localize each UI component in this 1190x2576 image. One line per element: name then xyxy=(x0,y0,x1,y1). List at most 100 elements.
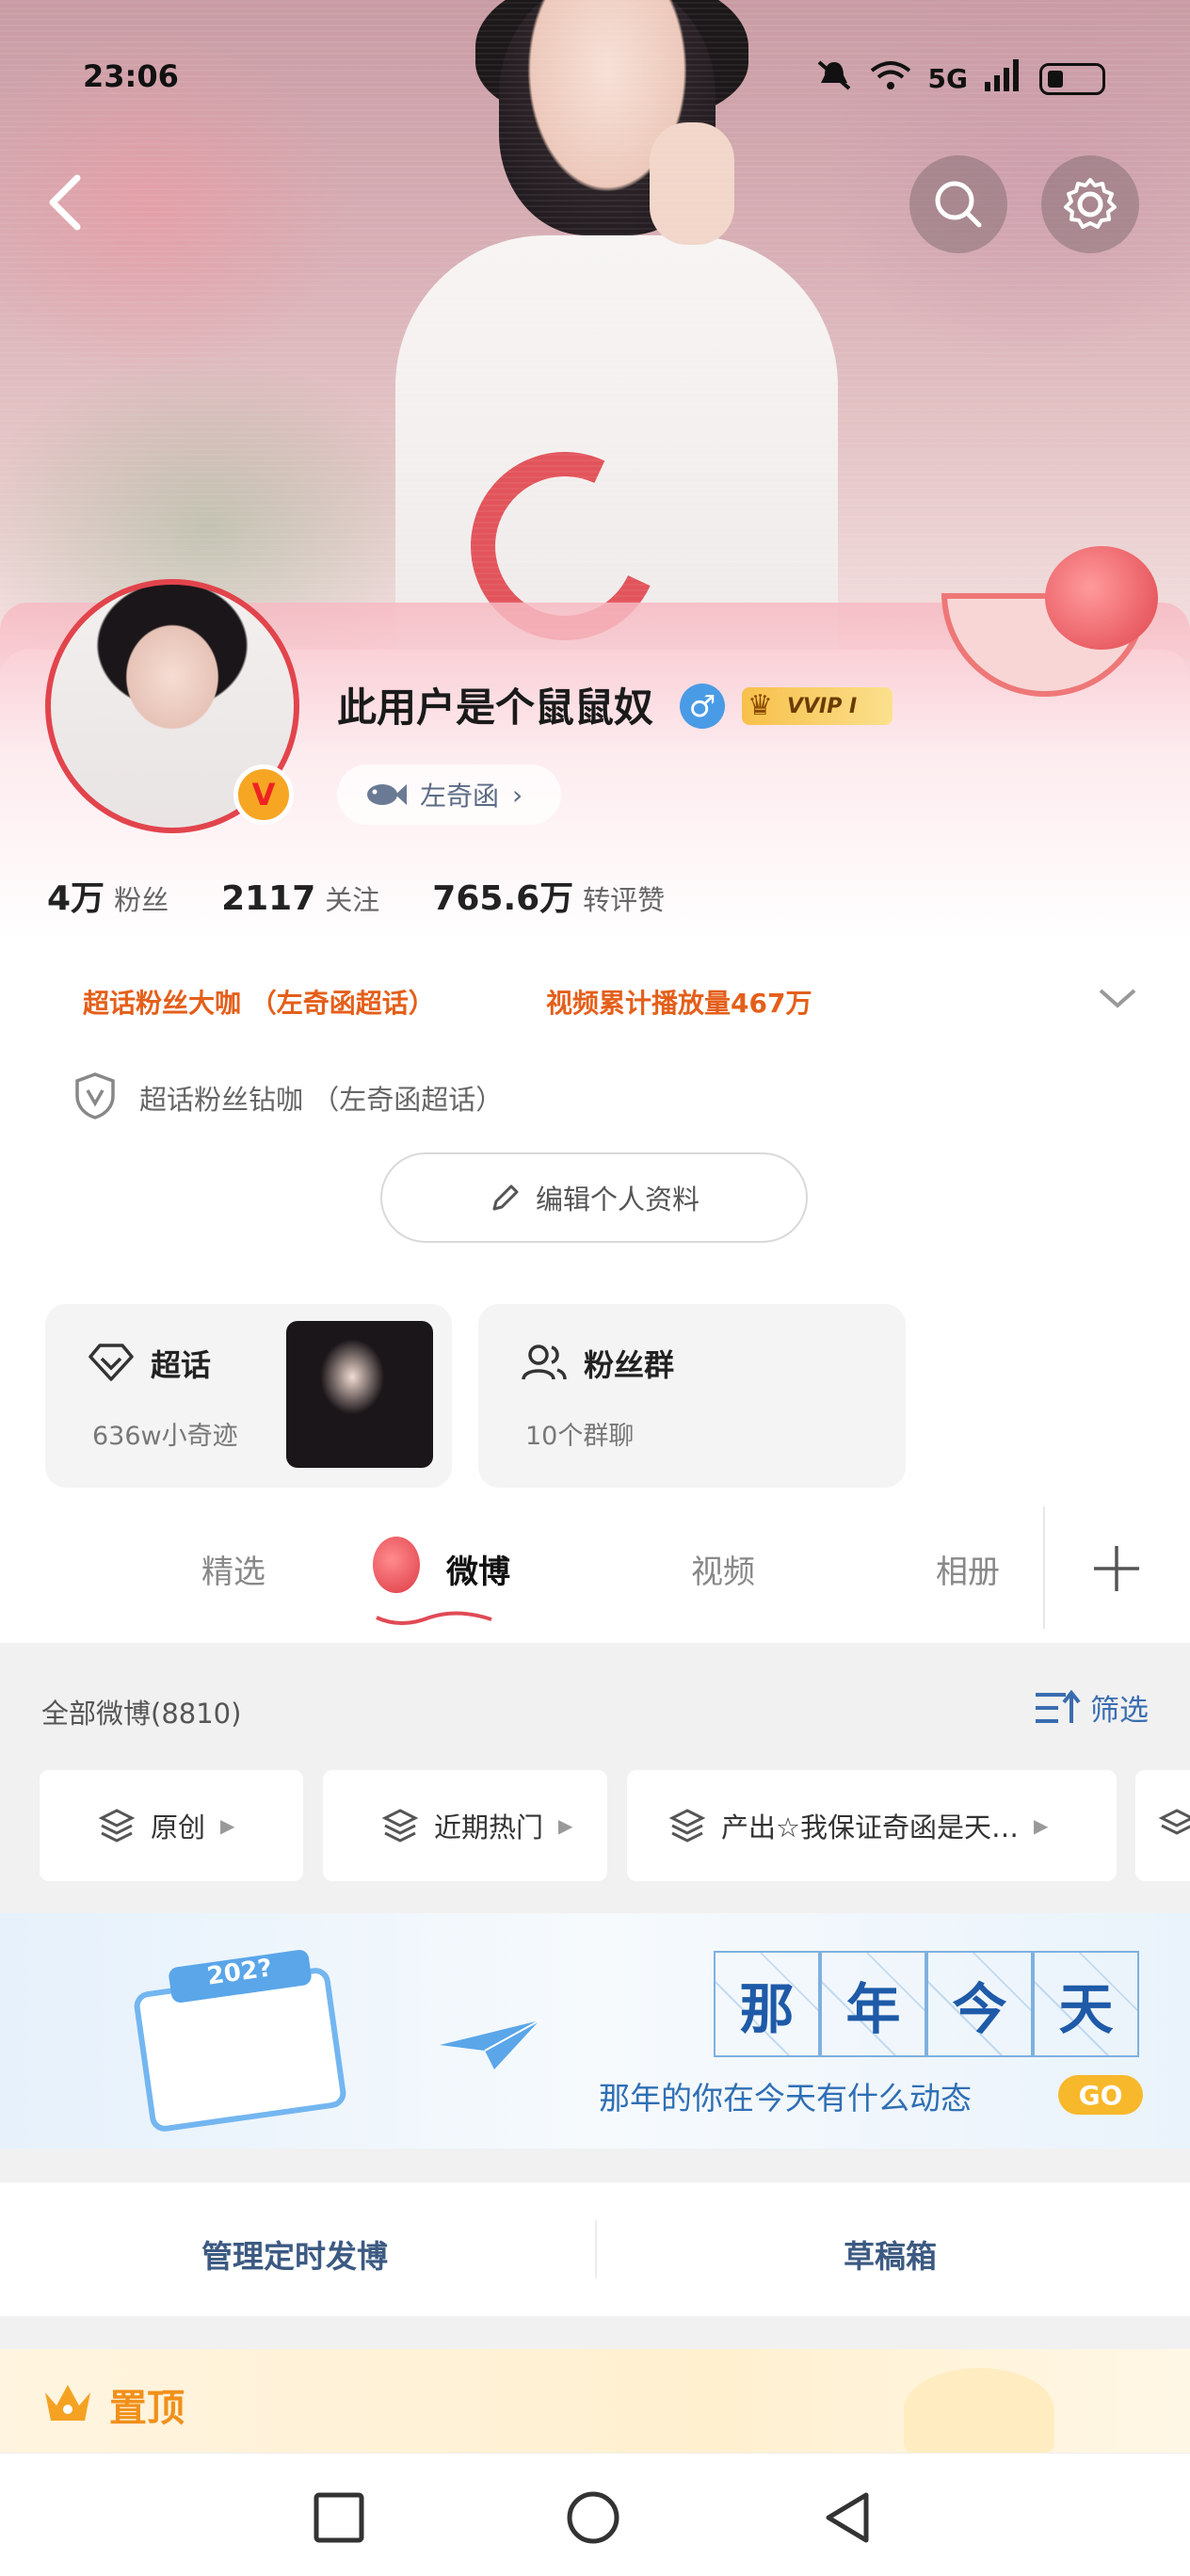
wifi-icon xyxy=(870,59,911,98)
caret-right-icon: ▶ xyxy=(1034,1814,1049,1837)
honor-diamond-fan[interactable]: 超话粉丝钻咖 （左奇函超话） xyxy=(139,1078,503,1118)
stat-label: 转评赞 xyxy=(583,884,666,916)
super-topic-thumbnail xyxy=(286,1321,433,1468)
back-button[interactable] xyxy=(38,165,94,240)
topic-chip[interactable]: 左奇函 › xyxy=(337,765,561,825)
system-nav-bar xyxy=(0,2453,1190,2576)
stat-value: 4万 xyxy=(47,879,105,918)
filter-chip-more[interactable] xyxy=(1135,1770,1190,1881)
super-topic-card[interactable]: 超话 636w小奇迹 xyxy=(45,1304,452,1488)
edit-profile-button[interactable]: 编辑个人资料 xyxy=(380,1152,808,1243)
system-back-button[interactable] xyxy=(819,2489,876,2546)
chevron-down-icon xyxy=(1099,989,1136,1008)
stat-followers[interactable]: 4万 粉丝 xyxy=(47,871,169,920)
circle-icon xyxy=(567,2491,619,2544)
settings-button[interactable] xyxy=(1041,155,1139,253)
filter-button[interactable]: 筛选 xyxy=(1034,1686,1149,1729)
chevron-right-icon: › xyxy=(512,779,523,811)
stat-following[interactable]: 2117 关注 xyxy=(221,878,379,918)
drafts-button[interactable]: 草稿箱 xyxy=(844,2231,937,2277)
profile-tabs: 精选 微博 视频 相册 xyxy=(0,1506,1190,1643)
tab-video[interactable]: 视频 xyxy=(691,1546,755,1592)
chip-label: 产出☆我保证奇函是天… xyxy=(721,1811,1019,1843)
crown-icon xyxy=(45,2385,90,2421)
signal-icon xyxy=(985,59,1022,98)
filter-chip-original[interactable]: 原创 ▶ xyxy=(40,1770,303,1881)
scheduled-posts-button[interactable]: 管理定时发博 xyxy=(201,2231,388,2277)
status-time: 23:06 xyxy=(83,58,179,94)
verified-badge[interactable]: V xyxy=(233,765,294,825)
title-char: 今 xyxy=(926,1951,1033,2057)
status-bar: 23:06 5G xyxy=(0,53,1190,100)
title-char: 年 xyxy=(820,1951,926,2057)
crown-icon: ♛ xyxy=(748,689,773,722)
layers-icon xyxy=(98,1809,136,1843)
title-char: 天 xyxy=(1033,1951,1139,2057)
go-button[interactable]: GO xyxy=(1058,2075,1143,2115)
square-icon xyxy=(314,2492,364,2543)
status-icons: 5G xyxy=(815,58,1105,99)
stat-value: 2117 xyxy=(221,879,316,918)
paper-plane-icon xyxy=(440,2020,540,2069)
fan-group-card[interactable]: 粉丝群 10个群聊 xyxy=(478,1304,906,1488)
tab-featured[interactable]: 精选 xyxy=(201,1546,265,1592)
battery-icon xyxy=(1039,62,1105,95)
fan-group-title: 粉丝群 xyxy=(584,1347,675,1383)
on-this-day-banner[interactable]: 202? 那 年 今 天 那年的你在今天有什么动态 GO xyxy=(0,1913,1190,2149)
add-tab-button[interactable] xyxy=(1090,1542,1143,1595)
group-icon xyxy=(522,1344,567,1380)
filter-chip-hot[interactable]: 近期热门 ▶ xyxy=(323,1770,607,1881)
on-this-day-subtitle: 那年的你在今天有什么动态 xyxy=(599,2080,972,2117)
stat-value: 765.6万 xyxy=(432,879,574,918)
network-label: 5G xyxy=(927,63,968,94)
recent-apps-button[interactable] xyxy=(311,2489,367,2546)
fan-group-subtitle: 10个群聊 xyxy=(525,1422,635,1451)
search-icon xyxy=(935,181,982,228)
shield-icon xyxy=(73,1071,117,1120)
pinned-label: 置顶 xyxy=(109,2387,185,2430)
vip-badge[interactable]: ♛ VVIP I xyxy=(742,687,892,725)
plus-icon xyxy=(1094,1546,1139,1591)
tab-weibo[interactable]: 微博 xyxy=(446,1546,510,1592)
chip-label: 近期热门 xyxy=(434,1811,544,1843)
profile-stats: 4万 粉丝 2117 关注 765.6万 转评赞 xyxy=(47,871,665,920)
stat-label: 粉丝 xyxy=(114,884,169,916)
title-char: 那 xyxy=(714,1951,820,2057)
diamond-icon xyxy=(88,1344,134,1381)
divider xyxy=(595,2220,597,2278)
stat-interactions[interactable]: 765.6万 转评赞 xyxy=(432,871,665,920)
filter-label: 筛选 xyxy=(1090,1694,1149,1728)
username: 此用户是个鼠鼠奴 xyxy=(337,684,654,731)
home-button[interactable] xyxy=(565,2489,621,2546)
back-arrow-icon xyxy=(49,174,81,231)
filter-icon xyxy=(1036,1689,1081,1723)
layers-icon xyxy=(381,1809,419,1843)
chip-label: 原创 xyxy=(151,1811,206,1843)
gear-icon xyxy=(1064,178,1117,229)
layers-icon xyxy=(1158,1809,1190,1835)
manage-bar: 管理定时发博 草稿箱 xyxy=(0,2182,1190,2316)
honor-super-fan[interactable]: 超话粉丝大咖 （左奇函超话） xyxy=(83,983,435,1021)
expand-honors-button[interactable] xyxy=(1097,979,1138,1017)
pencil-icon xyxy=(492,1184,519,1211)
layers-icon xyxy=(668,1809,706,1843)
tab-album[interactable]: 相册 xyxy=(936,1546,1000,1592)
pinned-section: 置顶 xyxy=(0,2349,1190,2453)
apple-decoration xyxy=(1045,546,1158,650)
filter-chip-output[interactable]: 产出☆我保证奇函是天… ▶ xyxy=(627,1770,1117,1881)
super-topic-subtitle: 636w小奇迹 xyxy=(92,1422,238,1451)
search-button[interactable] xyxy=(909,155,1007,253)
caret-right-icon: ▶ xyxy=(220,1814,235,1837)
fish-icon xyxy=(367,784,407,805)
stat-label: 关注 xyxy=(325,884,380,916)
on-this-day-title: 那 年 今 天 xyxy=(714,1951,1139,2057)
active-tab-indicator xyxy=(376,1611,492,1625)
apple-icon xyxy=(373,1537,420,1593)
triangle-back-icon xyxy=(826,2492,869,2543)
honor-video-plays[interactable]: 视频累计播放量467万 xyxy=(546,983,812,1021)
feed-header: 全部微博(8810) 筛选 原创 ▶ 近期热门 ▶ 产出☆我保证奇函是天… ▶ xyxy=(0,1643,1190,1911)
crown-decoration xyxy=(904,2368,1054,2453)
tab-separator xyxy=(1043,1506,1045,1629)
caret-right-icon: ▶ xyxy=(558,1814,573,1837)
mute-icon xyxy=(815,58,853,99)
